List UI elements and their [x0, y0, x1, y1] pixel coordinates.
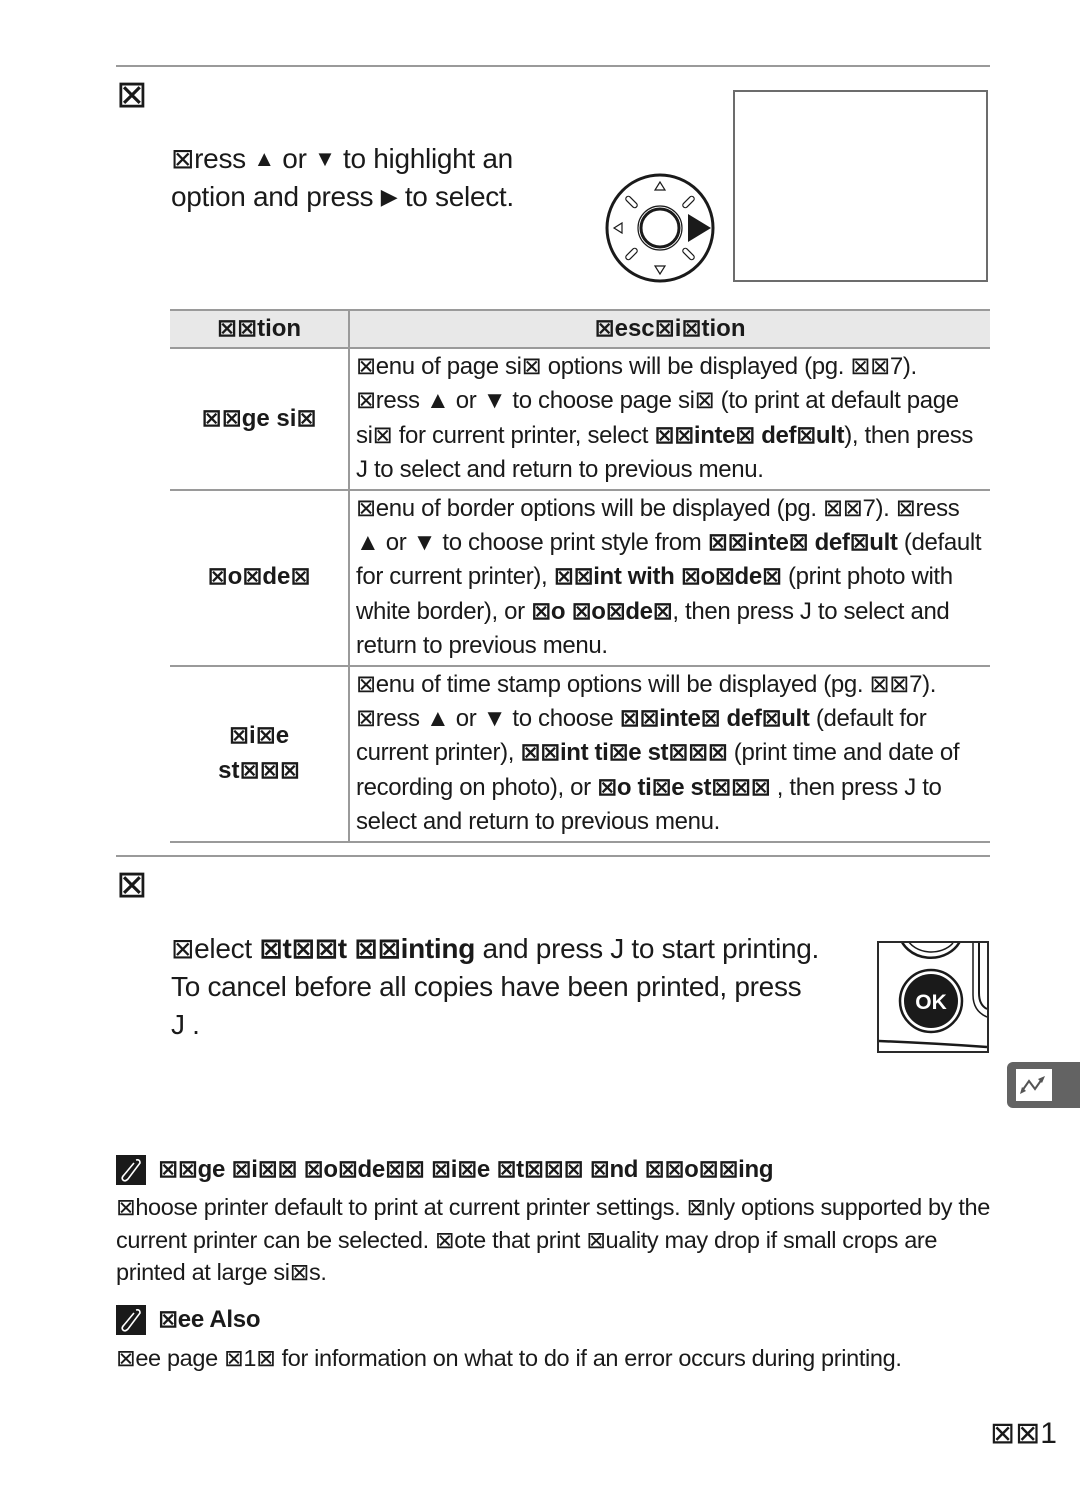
- text: and press J to start printing.: [475, 933, 820, 964]
- option-name: ⊠o⊠de⊠: [170, 489, 349, 667]
- option-name: ⊠i⊠e st⊠⊠⊠: [170, 665, 349, 843]
- option-description: ⊠enu of border options will be displayed…: [348, 489, 990, 667]
- option-name: ⊠⊠ge si⊠: [170, 348, 349, 491]
- text: ⊠enu of page si⊠ options will be display…: [356, 353, 917, 380]
- right-arrow-icon: ▶: [380, 184, 398, 209]
- table-row: ⊠i⊠e st⊠⊠⊠ ⊠enu of time stamp options wil…: [170, 665, 990, 843]
- page-number: ⊠⊠1: [990, 1417, 1057, 1450]
- text: option and press: [171, 181, 381, 212]
- note-heading-see-also: ⊠ee Also: [116, 1305, 261, 1335]
- option-value-label: ⊠⊠inte⊠ def⊠ult: [654, 421, 845, 449]
- text: or: [274, 143, 315, 174]
- connection-icon: [1020, 1076, 1045, 1094]
- options-table: ⊠⊠tion ⊠esc⊠i⊠tion ⊠⊠ge si⊠ ⊠enu of page …: [170, 309, 990, 843]
- text: to select.: [397, 181, 514, 212]
- note-body-page-size: ⊠hoose printer default to print at curre…: [116, 1194, 990, 1285]
- text: J .: [171, 1009, 200, 1040]
- top-rule: [116, 65, 990, 67]
- ok-button-illustration: OK: [877, 941, 989, 1053]
- option-value-label: ⊠⊠int ti⊠e st⊠⊠⊠: [520, 739, 728, 767]
- column-header-option: ⊠⊠tion: [170, 309, 349, 349]
- start-printing-label: ⊠t⊠⊠t ⊠⊠inting: [259, 933, 476, 964]
- text: to highlight an: [335, 143, 513, 174]
- table-row: ⊠⊠ge si⊠ ⊠enu of page si⊠ options will be…: [170, 348, 990, 491]
- step-b-instruction: ⊠elect ⊠t⊠⊠t ⊠⊠inting and press J to sta…: [171, 930, 861, 1044]
- multi-selector-icon: [605, 173, 715, 283]
- step-number-a: ⊠: [116, 72, 148, 116]
- section-tab-connections[interactable]: [1007, 1062, 1080, 1108]
- table-row: ⊠o⊠de⊠ ⊠enu of border options will be dis…: [170, 489, 990, 667]
- note-body-see-also: ⊠ee page ⊠1⊠ for information on what to …: [116, 1345, 902, 1371]
- monitor-screen-placeholder: [733, 90, 988, 282]
- pencil-icon: [116, 1155, 146, 1185]
- note-title: ⊠ee Also: [158, 1306, 261, 1333]
- text: To cancel before all copies have been pr…: [171, 971, 802, 1002]
- down-arrow-icon: ▼: [314, 146, 336, 171]
- note-title: ⊠⊠ge ⊠i⊠⊠ ⊠o⊠de⊠⊠ ⊠i⊠e ⊠t⊠⊠⊠ ⊠nd ⊠⊠o⊠⊠in…: [158, 1156, 774, 1183]
- ok-button-icon: OK: [879, 943, 987, 1049]
- section-rule: [116, 855, 990, 857]
- svg-text:OK: OK: [915, 991, 947, 1014]
- text: ⊠ress: [171, 143, 254, 174]
- option-value-label: ⊠⊠int with ⊠o⊠de⊠: [553, 563, 782, 591]
- step-a-instruction: ⊠ress ▲ or ▼ to highlight an option and …: [171, 140, 514, 216]
- text: ⊠elect: [171, 933, 260, 964]
- option-description: ⊠enu of time stamp options will be displ…: [348, 665, 990, 843]
- option-value-label: ⊠⊠inte⊠ def⊠ult: [707, 529, 898, 557]
- column-header-description: ⊠esc⊠i⊠tion: [348, 309, 990, 349]
- pencil-icon: [116, 1305, 146, 1335]
- option-value-label: ⊠o ⊠o⊠de⊠: [531, 597, 673, 625]
- option-value-label: ⊠⊠inte⊠ def⊠ult: [619, 705, 810, 733]
- up-arrow-icon: ▲: [253, 146, 275, 171]
- option-value-label: ⊠o ti⊠e st⊠⊠⊠: [597, 773, 771, 801]
- note-heading-page-size: ⊠⊠ge ⊠i⊠⊠ ⊠o⊠de⊠⊠ ⊠i⊠e ⊠t⊠⊠⊠ ⊠nd ⊠⊠o⊠⊠in…: [116, 1155, 774, 1185]
- option-description: ⊠enu of page si⊠ options will be display…: [348, 348, 990, 491]
- step-number-b: ⊠: [116, 862, 148, 906]
- table-header-row: ⊠⊠tion ⊠esc⊠i⊠tion: [170, 309, 990, 349]
